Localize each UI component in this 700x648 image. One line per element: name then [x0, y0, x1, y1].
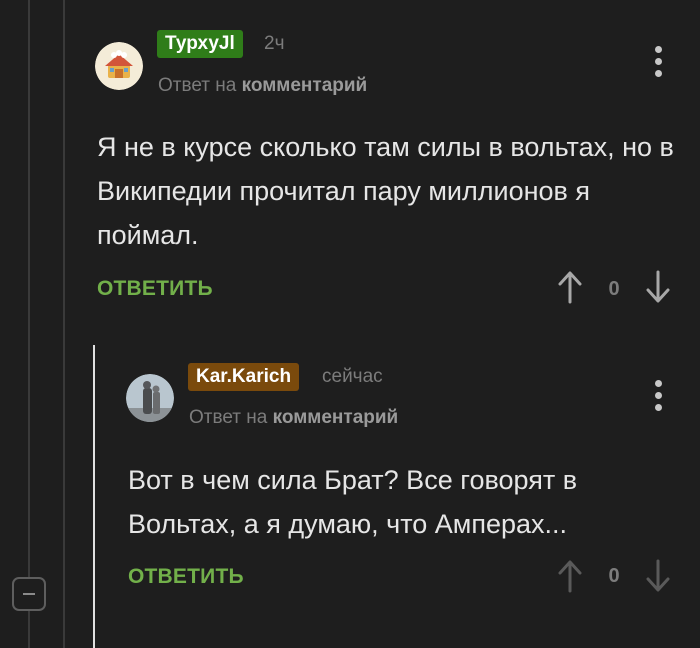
rating-count: 0 — [608, 565, 620, 587]
reply-to-line: Ответ на комментарий — [158, 75, 367, 97]
avatar-image — [126, 374, 174, 422]
avatar[interactable] — [95, 42, 143, 90]
comment: ТурхуJl 2ч Ответ на комментарий Я не в к… — [0, 0, 700, 320]
arrow-down-icon[interactable] — [645, 270, 671, 304]
reply-button[interactable]: ОТВЕТИТЬ — [128, 565, 244, 589]
reply-to-prefix: Ответ на — [158, 75, 237, 96]
username[interactable]: ТурхуJl — [157, 30, 243, 58]
avatar-image — [95, 42, 143, 90]
rating-count: 0 — [608, 278, 620, 300]
timestamp: сейчас — [322, 366, 383, 387]
arrow-down-icon[interactable] — [645, 559, 671, 593]
avatar[interactable] — [126, 374, 174, 422]
username[interactable]: Kar.Karich — [188, 363, 300, 391]
comment-body: Вот в чем сила Брат? Все говорят в Вольт… — [128, 465, 578, 539]
reply-button[interactable]: ОТВЕТИТЬ — [97, 277, 213, 301]
reply-to-prefix: Ответ на — [189, 407, 268, 428]
kebab-menu-icon[interactable] — [652, 380, 666, 414]
timestamp: 2ч — [264, 33, 285, 54]
reply-comment: Kar.Karich сейчас Ответ на комментарий В… — [0, 345, 700, 648]
arrow-up-icon[interactable] — [557, 270, 583, 304]
arrow-up-icon[interactable] — [557, 559, 583, 593]
reply-to-link[interactable]: комментарий — [273, 407, 399, 428]
comment-body: Я не в курсе сколько там силы в вольтах,… — [97, 132, 674, 250]
kebab-menu-icon[interactable] — [652, 46, 666, 80]
reply-to-line: Ответ на комментарий — [189, 407, 398, 429]
reply-to-link[interactable]: комментарий — [242, 75, 368, 96]
